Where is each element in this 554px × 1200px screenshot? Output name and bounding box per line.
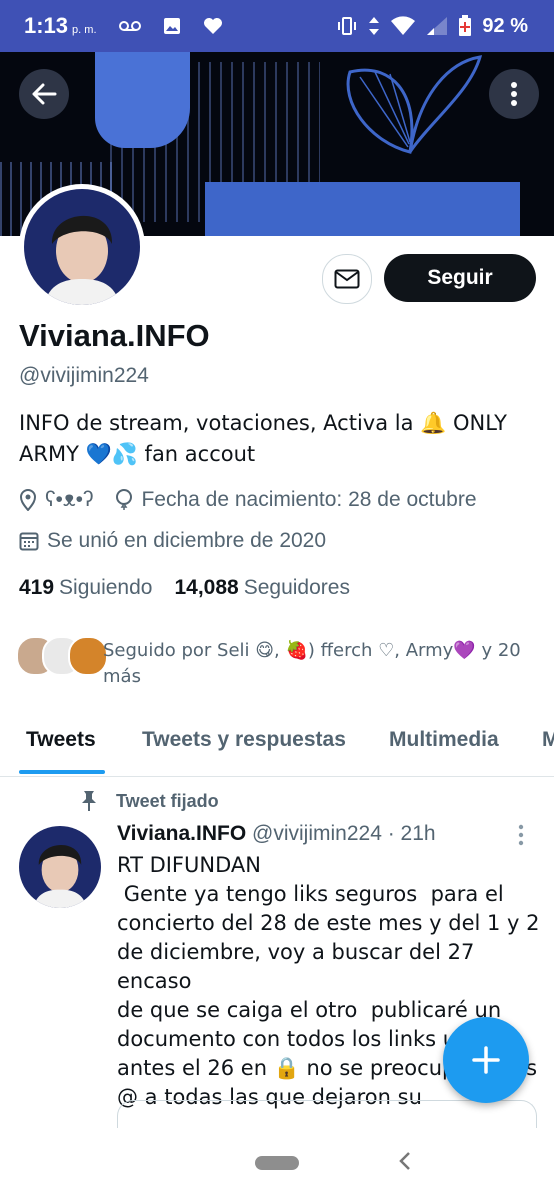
calendar-icon: [19, 532, 39, 551]
banner-blue-shape: [95, 52, 190, 148]
arrow-left-icon: [32, 83, 57, 105]
location-pin-icon: [19, 489, 37, 511]
joined-row: Se unió en diciembre de 2020: [19, 529, 326, 553]
chevron-left-icon[interactable]: [398, 1150, 412, 1172]
butterfly-icon: [346, 55, 483, 154]
balloon-icon: [116, 489, 133, 510]
battery-percent: 92 %: [482, 14, 528, 37]
status-time: 1:13: [24, 13, 69, 38]
profile-avatar[interactable]: [19, 184, 145, 310]
status-ampm: p. m.: [72, 24, 97, 36]
more-vertical-icon: [511, 82, 517, 106]
back-button[interactable]: [19, 69, 69, 119]
pinned-label: Tweet fijado: [80, 790, 219, 812]
plus-icon: [472, 1046, 500, 1074]
bio-line-1: INFO de stream, votaciones, Activa la 🔔 …: [19, 411, 507, 435]
tab-likes[interactable]: M: [542, 728, 554, 752]
follow-counts: 419 Siguiendo 14,088 Seguidores: [19, 576, 350, 600]
profile-location: ʕ•ᴥ•ʔ: [45, 488, 94, 511]
followed-by-text[interactable]: Seguido por Seli 😋, 🍓) fferch ♡, Army💜 y…: [103, 638, 533, 690]
avatar-photo: [19, 826, 101, 908]
vibrate-icon: [338, 17, 357, 35]
profile-birthday: Fecha de nacimiento: 28 de octubre: [141, 488, 477, 511]
message-button[interactable]: [322, 254, 372, 304]
followers-count: 14,088: [174, 576, 239, 599]
tab-tweets[interactable]: Tweets: [26, 728, 96, 752]
profile-tabs: Tweets Tweets y respuestas Multimedia M: [0, 714, 554, 777]
tweet-avatar[interactable]: [19, 826, 101, 908]
more-vertical-icon: [518, 824, 524, 846]
tweet-more-button[interactable]: [518, 824, 524, 851]
tab-media[interactable]: Multimedia: [389, 728, 499, 752]
tweet-handle-time: @vivijimin224 · 21h: [252, 822, 436, 845]
image-icon: [163, 18, 180, 34]
followers-link[interactable]: 14,088 Seguidores: [174, 576, 349, 600]
tab-tweets-and-replies[interactable]: Tweets y respuestas: [142, 728, 346, 752]
tweet-header: Viviana.INFO @vivijimin224 · 21h: [117, 822, 436, 846]
envelope-icon: [334, 269, 360, 289]
pin-icon: [82, 791, 96, 811]
following-count: 419: [19, 576, 55, 599]
signal-icon: [427, 17, 448, 35]
voicemail-icon: [118, 21, 141, 31]
pinned-text: Tweet fijado: [116, 790, 219, 811]
profile-joined: Se unió en diciembre de 2020: [47, 529, 327, 552]
avatar: [68, 636, 108, 676]
status-bar: 1:13 p. m. 92 %: [0, 0, 554, 52]
compose-tweet-button[interactable]: [443, 1017, 529, 1103]
followed-by-avatars[interactable]: [16, 636, 108, 676]
heart-icon: [203, 18, 222, 34]
avatar-photo: [24, 189, 140, 305]
profile-name: Viviana.INFO: [19, 318, 210, 353]
wifi-icon: [391, 16, 416, 35]
battery-icon: [459, 15, 472, 36]
followers-label: Seguidores: [243, 576, 350, 599]
home-gesture-pill[interactable]: [255, 1156, 299, 1170]
location-birthday-row: ʕ•ᴥ•ʔ Fecha de nacimiento: 28 de octubre: [19, 488, 477, 512]
following-link[interactable]: 419 Siguiendo: [19, 576, 152, 600]
system-nav-bar: [0, 1128, 554, 1200]
follow-button[interactable]: Seguir: [384, 254, 536, 302]
profile-handle: @vivijimin224: [19, 364, 149, 387]
following-label: Siguiendo: [59, 576, 153, 599]
data-arrows-icon: [369, 17, 380, 35]
banner-paper: [205, 182, 520, 236]
more-options-button[interactable]: [489, 69, 539, 119]
profile-bio: INFO de stream, votaciones, Activa la 🔔 …: [19, 408, 519, 470]
tweet-author[interactable]: Viviana.INFO: [117, 822, 246, 845]
bio-line-2: ARMY 💙💦 fan accout: [19, 442, 256, 466]
active-tab-indicator: [19, 770, 105, 774]
